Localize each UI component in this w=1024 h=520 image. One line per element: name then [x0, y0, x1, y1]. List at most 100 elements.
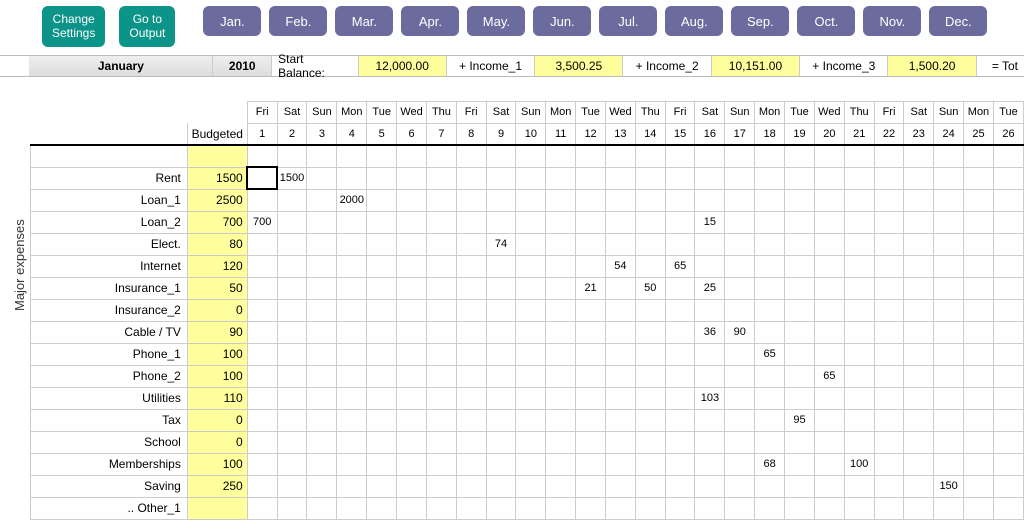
grid-cell[interactable]: [456, 409, 486, 431]
grid-cell[interactable]: 36: [695, 321, 725, 343]
grid-cell[interactable]: [456, 255, 486, 277]
grid-cell[interactable]: [576, 167, 606, 189]
grid-cell[interactable]: [516, 387, 546, 409]
grid-cell[interactable]: [337, 475, 367, 497]
grid-cell[interactable]: [516, 189, 546, 211]
grid-cell[interactable]: [904, 167, 934, 189]
grid-cell[interactable]: [904, 277, 934, 299]
grid-cell[interactable]: [993, 365, 1023, 387]
grid-cell[interactable]: [934, 387, 964, 409]
grid-cell[interactable]: [427, 431, 457, 453]
grid-cell[interactable]: [307, 321, 337, 343]
grid-cell[interactable]: 54: [605, 255, 635, 277]
budgeted-cell[interactable]: 700: [187, 211, 247, 233]
grid-cell[interactable]: [904, 343, 934, 365]
grid-cell[interactable]: [486, 299, 516, 321]
grid-cell[interactable]: [725, 233, 755, 255]
grid-cell[interactable]: [814, 321, 844, 343]
start-balance-value[interactable]: 12,000.00: [359, 56, 447, 76]
grid-cell[interactable]: [516, 277, 546, 299]
grid-cell[interactable]: [844, 343, 874, 365]
grid-cell[interactable]: [576, 211, 606, 233]
grid-cell[interactable]: [665, 167, 695, 189]
grid-cell[interactable]: [277, 431, 307, 453]
grid-cell[interactable]: [695, 475, 725, 497]
grid-cell[interactable]: [635, 167, 665, 189]
grid-cell[interactable]: [397, 255, 427, 277]
grid-cell[interactable]: [904, 365, 934, 387]
grid-cell[interactable]: [785, 255, 815, 277]
grid-cell[interactable]: [904, 189, 934, 211]
grid-cell[interactable]: [785, 211, 815, 233]
budgeted-cell[interactable]: 0: [187, 299, 247, 321]
month-button-jul[interactable]: Jul.: [599, 6, 657, 36]
grid-cell[interactable]: [576, 475, 606, 497]
grid-cell[interactable]: [755, 255, 785, 277]
grid-cell[interactable]: [934, 321, 964, 343]
grid-cell[interactable]: [277, 255, 307, 277]
grid-cell[interactable]: [934, 211, 964, 233]
grid-cell[interactable]: [367, 431, 397, 453]
grid-cell[interactable]: [337, 233, 367, 255]
grid-cell[interactable]: [874, 431, 904, 453]
grid-cell[interactable]: 1500: [277, 167, 307, 189]
grid-cell[interactable]: [635, 497, 665, 519]
budgeted-cell[interactable]: 250: [187, 475, 247, 497]
grid-cell[interactable]: [247, 475, 277, 497]
grid-cell[interactable]: [605, 387, 635, 409]
grid-cell[interactable]: 150: [934, 475, 964, 497]
grid-cell[interactable]: [546, 431, 576, 453]
grid-cell[interactable]: [486, 365, 516, 387]
grid-cell[interactable]: [516, 211, 546, 233]
grid-cell[interactable]: [576, 431, 606, 453]
grid-cell[interactable]: [785, 453, 815, 475]
budgeted-cell[interactable]: 0: [187, 431, 247, 453]
grid-cell[interactable]: [516, 255, 546, 277]
grid-cell[interactable]: [814, 167, 844, 189]
grid-cell[interactable]: [486, 211, 516, 233]
grid-cell[interactable]: [964, 233, 994, 255]
grid-cell[interactable]: [993, 189, 1023, 211]
grid-cell[interactable]: [397, 475, 427, 497]
grid-cell[interactable]: [277, 233, 307, 255]
grid-cell[interactable]: [934, 167, 964, 189]
grid-cell[interactable]: [814, 211, 844, 233]
grid-cell[interactable]: [993, 475, 1023, 497]
grid-cell[interactable]: [516, 475, 546, 497]
budgeted-cell[interactable]: 100: [187, 453, 247, 475]
grid-cell[interactable]: [964, 409, 994, 431]
grid-cell[interactable]: [486, 321, 516, 343]
grid-cell[interactable]: 50: [635, 277, 665, 299]
grid-cell[interactable]: [665, 475, 695, 497]
grid-cell[interactable]: [814, 233, 844, 255]
grid-cell[interactable]: [307, 233, 337, 255]
grid-cell[interactable]: [486, 189, 516, 211]
grid-cell[interactable]: [307, 189, 337, 211]
grid-cell[interactable]: [456, 497, 486, 519]
grid-cell[interactable]: [964, 167, 994, 189]
grid-cell[interactable]: [904, 431, 934, 453]
grid-cell[interactable]: 25: [695, 277, 725, 299]
grid-cell[interactable]: [725, 431, 755, 453]
grid-cell[interactable]: [874, 321, 904, 343]
grid-cell[interactable]: [546, 211, 576, 233]
grid-cell[interactable]: [665, 453, 695, 475]
grid-cell[interactable]: [337, 497, 367, 519]
grid-cell[interactable]: [964, 299, 994, 321]
grid-cell[interactable]: [665, 387, 695, 409]
grid-cell[interactable]: [337, 211, 367, 233]
grid-cell[interactable]: [307, 409, 337, 431]
grid-cell[interactable]: [934, 431, 964, 453]
grid-cell[interactable]: [904, 409, 934, 431]
grid-cell[interactable]: [247, 453, 277, 475]
grid-cell[interactable]: [785, 343, 815, 365]
grid-cell[interactable]: [427, 321, 457, 343]
grid-cell[interactable]: [665, 497, 695, 519]
grid-cell[interactable]: [427, 211, 457, 233]
grid-cell[interactable]: [755, 475, 785, 497]
grid-cell[interactable]: [635, 233, 665, 255]
month-button-sep[interactable]: Sep.: [731, 6, 789, 36]
grid-cell[interactable]: [755, 431, 785, 453]
grid-cell[interactable]: [605, 343, 635, 365]
grid-cell[interactable]: [277, 299, 307, 321]
